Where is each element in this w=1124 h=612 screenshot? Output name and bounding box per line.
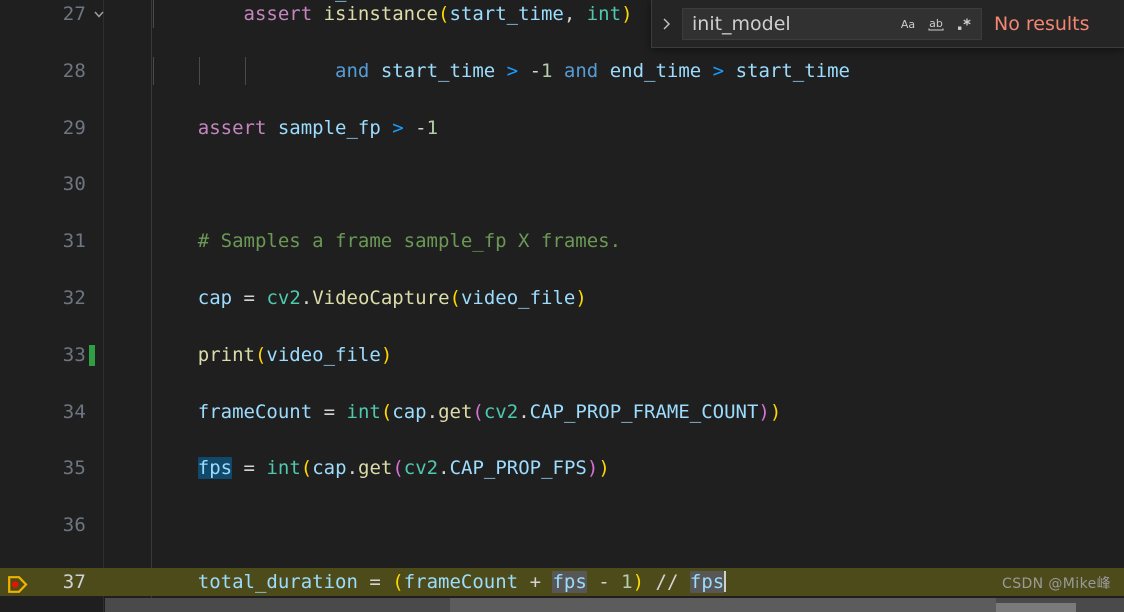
svg-text:ab: ab [929,17,943,30]
code-line[interactable]: 32 cap = cv2.VideoCapture(video_file) [0,284,1124,312]
line-number: 37 [62,570,86,593]
use-regex-icon[interactable] [951,12,977,36]
code-line[interactable]: 35 fps = int(cap.get(cv2.CAP_PROP_FPS)) [0,454,1124,482]
code-line[interactable]: 37 total_duration = (frameCount + fps - … [0,567,1124,597]
find-input-wrapper[interactable]: Aa ab [682,7,982,40]
code-text: total_duration = (frameCount + fps - 1) … [197,570,727,593]
line-number: 32 [62,286,86,309]
line-number: 27 [62,3,86,25]
line-change-indicator [89,344,95,366]
chevron-down-icon[interactable] [92,0,108,32]
find-input[interactable] [683,7,894,40]
code-text: cap = cv2.VideoCapture(video_file) [197,286,587,309]
find-result-message: No results [994,12,1090,35]
line-number: 35 [62,457,86,480]
editor-window: _ _ 27 assert isinstance(start_time, int… [0,0,1124,612]
code-editor[interactable]: _ _ 27 assert isinstance(start_time, int… [0,0,1124,612]
horizontal-scrollbar-thumb-secondary[interactable] [996,603,1076,612]
code-text: frameCount = int(cap.get(cv2.CAP_PROP_FR… [197,400,782,423]
match-whole-word-icon[interactable]: ab [923,12,949,36]
code-text: print(video_file) [197,343,393,366]
line-number: 29 [62,116,86,139]
line-number: 31 [62,230,86,253]
line-number: 34 [62,400,86,423]
line-number: 28 [62,59,86,82]
line-number: 33 [62,343,86,366]
code-line[interactable]: 34 frameCount = int(cap.get(cv2.CAP_PROP… [0,398,1124,426]
code-text: # Samples a frame sample_fp X frames. [197,230,622,253]
code-lines[interactable]: 27 assert isinstance(start_time, int) 28 … [0,0,1124,597]
code-line[interactable]: 36 [0,511,1124,539]
code-line[interactable]: 30 [0,170,1124,198]
horizontal-scrollbar-track[interactable] [105,598,1124,612]
text-cursor [724,570,727,592]
match-case-icon[interactable]: Aa [895,12,921,36]
line-number: 36 [62,514,86,537]
code-line[interactable]: 28 and start_time > -1 and end_time > st… [0,56,1124,86]
find-widget[interactable]: Aa ab [651,0,1124,48]
chevron-right-icon[interactable] [652,0,682,48]
line-number: 30 [62,173,86,196]
code-line[interactable]: 31 # Samples a frame sample_fp X frames. [0,227,1124,255]
horizontal-scrollbar-thumb[interactable] [450,598,996,612]
find-options[interactable]: Aa ab [895,9,977,39]
code-text: and start_time > -1 and end_time > start… [335,59,850,82]
code-text: assert sample_fp > -1 [197,116,439,139]
code-text: assert isinstance(start_time, int) [243,3,633,25]
code-text: fps = int(cap.get(cv2.CAP_PROP_FPS)) [197,457,610,480]
watermark: CSDN @Mike峰 [1002,576,1111,592]
svg-text:Aa: Aa [901,18,915,31]
code-line[interactable]: 33 print(video_file) [0,341,1124,369]
code-line[interactable]: 29 assert sample_fp > -1 [0,114,1124,142]
